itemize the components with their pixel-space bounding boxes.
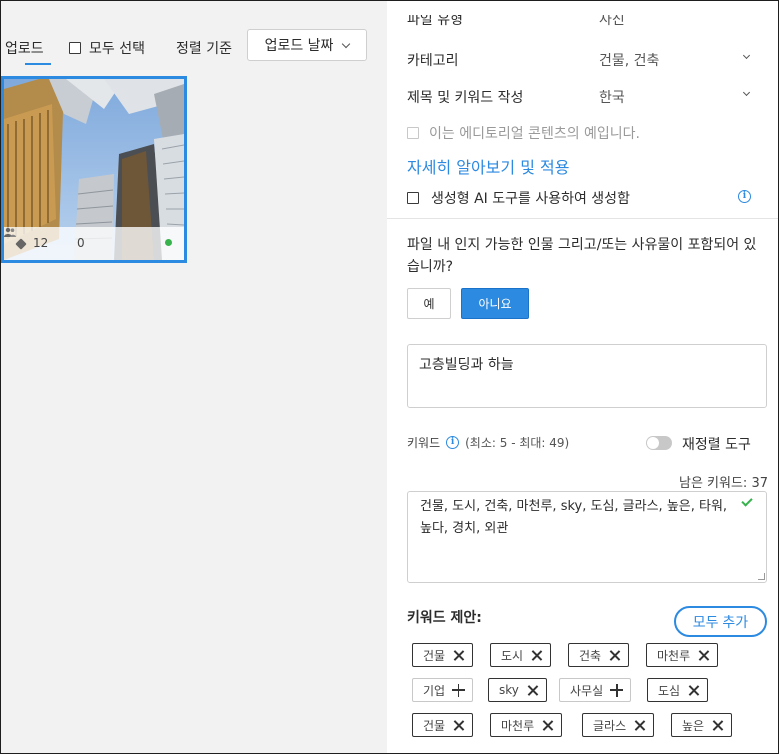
chip-label: 마천루	[657, 648, 691, 663]
learn-more-link[interactable]: 자세히 알아보기 및 적용	[407, 154, 569, 178]
section-divider	[387, 218, 778, 219]
chevron-down-icon	[742, 88, 751, 97]
tag-icon	[15, 238, 27, 250]
close-icon[interactable]	[542, 720, 553, 731]
keyword-suggestions-title: 키워드 제안:	[407, 610, 482, 626]
reorder-toggle[interactable]	[646, 436, 672, 450]
gallery-toolbar: 업로드 모두 선택 정렬 기준 업로드 날짜	[1, 29, 387, 65]
chip-label: 마천루	[501, 718, 535, 733]
select-all-label: 모두 선택	[89, 41, 145, 57]
people-icon	[4, 227, 16, 237]
editorial-label: 이는 에디토리얼 콘텐츠의 예입니다.	[429, 126, 640, 142]
generative-ai-label: 생성형 AI 도구를 사용하여 생성함	[431, 191, 630, 207]
reorder-label: 재정렬 도구	[682, 437, 751, 453]
app-window: 업로드 모두 선택 정렬 기준 업로드 날짜 12 0 파일 유형 사진 카테고…	[0, 0, 779, 754]
keyword-chip[interactable]: 높은	[671, 713, 733, 737]
editorial-checkbox	[407, 127, 419, 139]
thumbnail-info-bar: 12 0	[4, 227, 184, 260]
title-input[interactable]: 고층빌딩과 하늘	[407, 344, 767, 408]
chip-label: 건물	[423, 648, 446, 663]
sort-dropdown[interactable]: 업로드 날짜	[247, 29, 367, 61]
plus-icon[interactable]	[452, 683, 466, 697]
chip-label: 사무실	[570, 683, 604, 698]
add-all-button[interactable]: 모두 추가	[674, 606, 767, 637]
image-thumbnail-card[interactable]: 12 0	[1, 76, 187, 263]
chip-label: 도심	[658, 683, 681, 698]
keyword-chip-add[interactable]: 기업	[412, 678, 474, 702]
tab-uploads[interactable]: 업로드	[5, 38, 44, 58]
keyword-count: 12	[33, 236, 49, 250]
sort-value: 업로드 날짜	[264, 38, 334, 54]
keyword-chip[interactable]: 건물	[412, 643, 474, 667]
close-icon[interactable]	[609, 650, 620, 661]
remaining-keywords: 남은 키워드: 37	[679, 476, 768, 491]
keywords-range: (최소: 5 - 최대: 49)	[465, 436, 570, 450]
keyword-chip[interactable]: 마천루	[646, 643, 719, 667]
close-icon[interactable]	[698, 650, 709, 661]
keyword-chip[interactable]: 도시	[490, 643, 552, 667]
file-type-value: 사진	[599, 12, 625, 28]
status-dot	[165, 239, 172, 246]
keyword-chip[interactable]: 글라스	[582, 713, 655, 737]
select-all-checkbox[interactable]	[69, 42, 81, 54]
chip-label: 기업	[423, 683, 446, 698]
active-tab-indicator	[25, 63, 51, 65]
chip-label: 글라스	[593, 718, 627, 733]
chip-label: sky	[499, 683, 519, 697]
upload-gallery: 업로드 모두 선택 정렬 기준 업로드 날짜 12 0	[1, 1, 387, 753]
chevron-down-icon	[742, 51, 751, 60]
category-label: 카테고리	[407, 53, 459, 69]
close-icon[interactable]	[712, 720, 723, 731]
keyword-chip[interactable]: 건물	[412, 713, 474, 737]
no-button[interactable]: 아니요	[461, 288, 529, 319]
info-icon[interactable]: i	[446, 436, 460, 449]
close-icon[interactable]	[453, 720, 464, 731]
keyword-chip-add[interactable]: 사무실	[559, 678, 632, 702]
close-icon[interactable]	[688, 685, 699, 696]
chip-label: 높은	[682, 718, 705, 733]
editorial-option: 이는 에디토리얼 콘텐츠의 예입니다.	[407, 123, 640, 143]
keyword-chip[interactable]: sky	[488, 678, 547, 702]
people-count: 0	[77, 236, 85, 250]
close-icon[interactable]	[634, 720, 645, 731]
chip-label: 건물	[423, 718, 446, 733]
select-all-control[interactable]: 모두 선택	[69, 38, 145, 58]
chevron-down-icon	[342, 39, 351, 48]
keywords-textarea[interactable]: 건물, 도시, 건축, 마천루, sky, 도심, 글라스, 높은, 타워, 높…	[407, 491, 767, 583]
resize-handle[interactable]	[758, 573, 765, 580]
keywords-label: 키워드	[407, 436, 441, 450]
recognizable-content-question: 파일 내 인지 가능한 인물 그리고/또는 사유물이 포함되어 있습니까?	[407, 237, 757, 275]
close-icon[interactable]	[527, 685, 538, 696]
keyword-chip[interactable]: 건축	[568, 643, 630, 667]
keyword-chip[interactable]: 도심	[647, 678, 709, 702]
language-label: 제목 및 키워드 작성	[407, 90, 524, 106]
yes-button[interactable]: 예	[407, 288, 451, 319]
generative-ai-checkbox[interactable]	[407, 192, 419, 204]
generative-ai-option[interactable]: 생성형 AI 도구를 사용하여 생성함	[407, 188, 630, 208]
chip-label: 도시	[501, 648, 524, 663]
close-icon[interactable]	[453, 650, 464, 661]
language-select[interactable]: 한국	[599, 87, 625, 107]
toggle-knob	[647, 437, 659, 449]
keyword-chip[interactable]: 마천루	[490, 713, 563, 737]
keywords-header: 키워드 i (최소: 5 - 최대: 49)	[407, 434, 569, 451]
file-type-label: 파일 유형	[407, 12, 463, 28]
category-select[interactable]: 건물, 건축	[599, 50, 659, 70]
close-icon[interactable]	[531, 650, 542, 661]
metadata-panel: 파일 유형 사진 카테고리 건물, 건축 제목 및 키워드 작성 한국 이는 에…	[387, 1, 778, 753]
info-icon[interactable]: i	[738, 190, 751, 203]
sort-label: 정렬 기준	[176, 41, 232, 57]
chip-label: 건축	[579, 648, 602, 663]
plus-icon[interactable]	[610, 683, 624, 697]
